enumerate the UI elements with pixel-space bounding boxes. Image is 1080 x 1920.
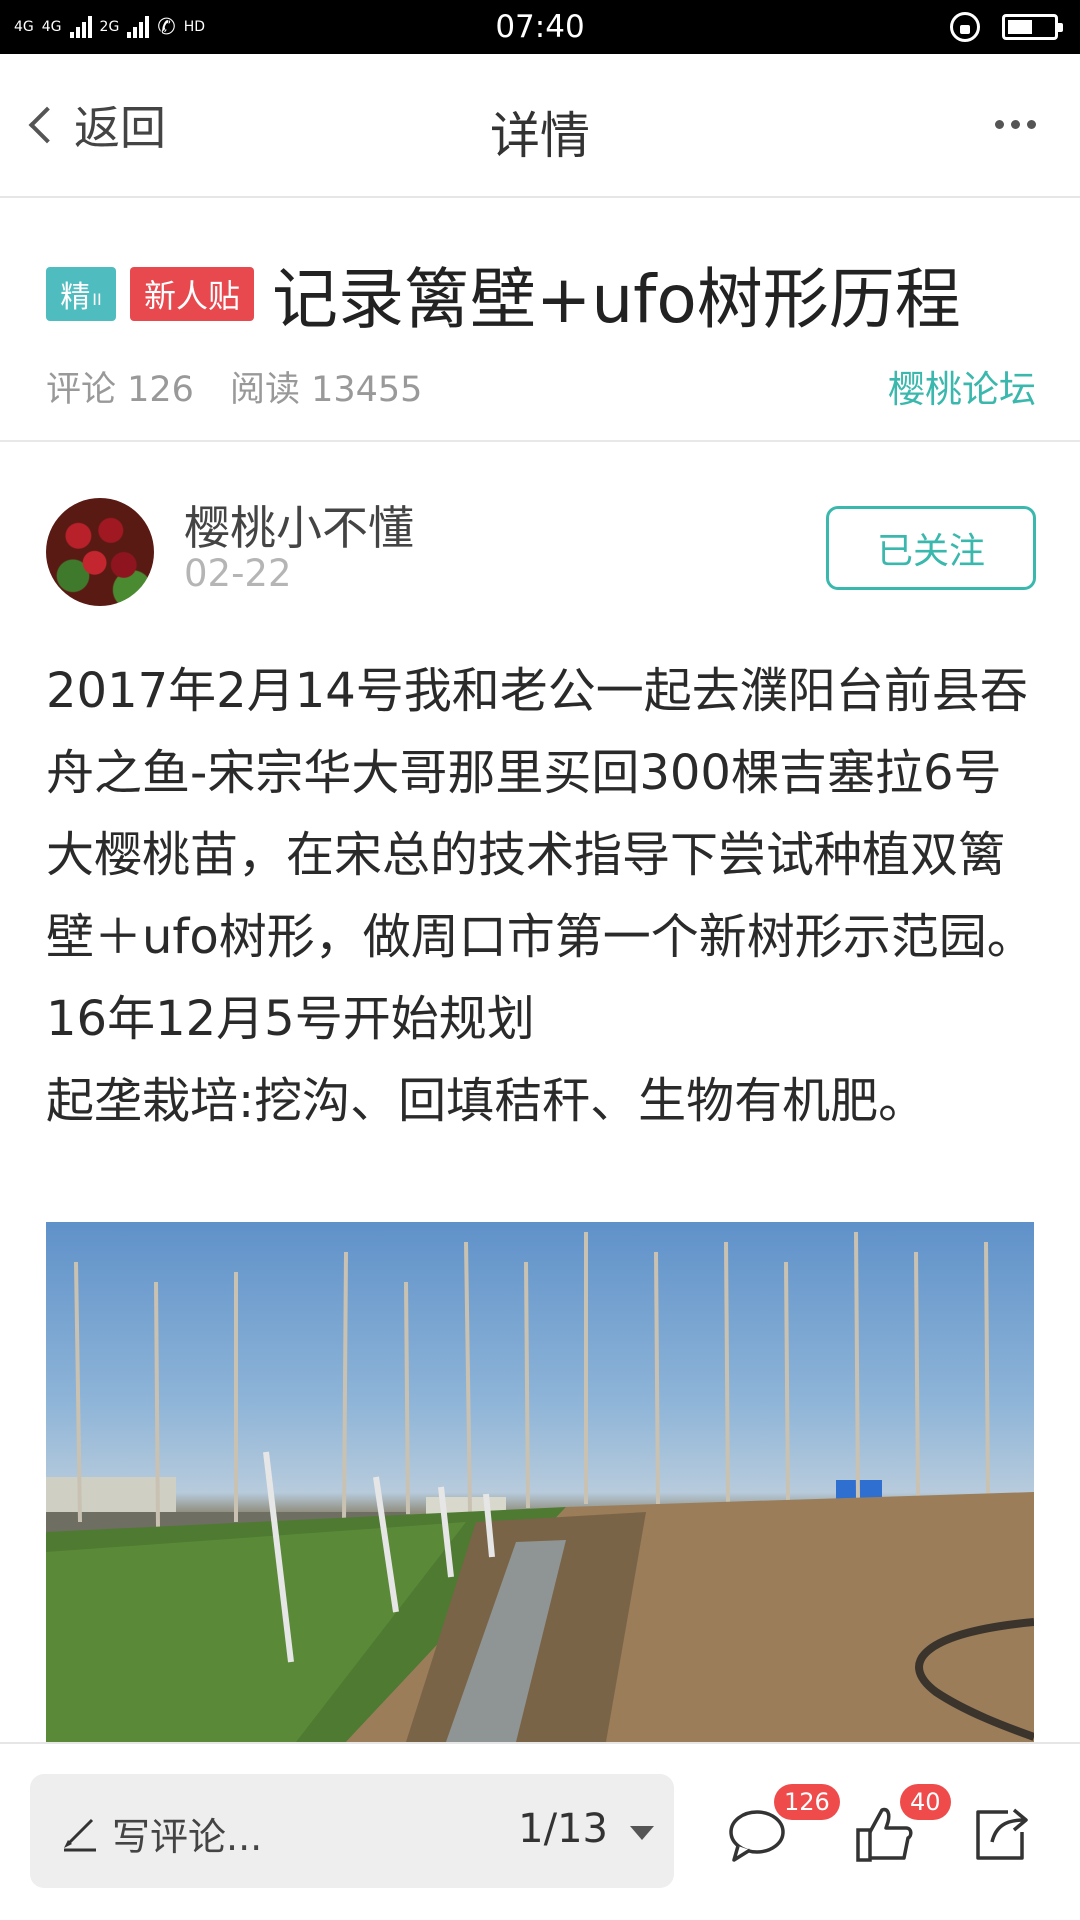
featured-badge: 精 II — [46, 267, 116, 321]
post-paragraph: 起垄栽培:挖沟、回填秸秆、生物有机肥。 — [46, 1073, 927, 1129]
post-paragraph: 2017年2月14号我和老公一起去濮阳台前县吞舟之鱼-宋宗华大哥那里买回300棵… — [46, 663, 1035, 965]
post-photo[interactable] — [46, 1222, 1034, 1742]
orchard-photo-drawing — [46, 1231, 1034, 1742]
post-body: 2017年2月14号我和老公一起去濮阳台前县吞舟之鱼-宋宗华大哥那里买回300棵… — [46, 650, 1036, 1142]
status-right — [950, 12, 1063, 42]
post-header: 精 II 新人贴 记录篱壁+ufo树形历程 评论 126 阅读 13455 樱桃论… — [0, 200, 1080, 442]
featured-badge-sub: II — [92, 289, 102, 309]
post-paragraph: 16年12月5号开始规划 — [46, 991, 535, 1047]
comment-count-badge: 126 — [774, 1784, 840, 1820]
more-dots-icon[interactable] — [995, 120, 1036, 129]
comment-input[interactable]: 写评论... 1/13 — [30, 1774, 674, 1888]
forum-link[interactable]: 樱桃论坛 — [888, 359, 1036, 413]
pen-icon — [64, 1818, 96, 1852]
post-date: 02-22 — [184, 552, 292, 595]
follow-button[interactable]: 已关注 — [826, 506, 1036, 590]
bottom-toolbar: 写评论... 1/13 126 40 — [0, 1742, 1080, 1920]
rotation-lock-icon — [950, 12, 980, 42]
nav-bar: 返回 详情 — [0, 54, 1080, 198]
like-count-badge: 40 — [900, 1784, 951, 1820]
post-meta: 评论 126 阅读 13455 樱桃论坛 — [46, 364, 1036, 411]
featured-badge-label: 精 — [60, 280, 91, 315]
author-row: 樱桃小不懂 02-22 已关注 — [0, 444, 1080, 634]
read-count-label: 阅读 13455 — [229, 369, 423, 410]
status-bar: 4G 4G 2G ✆ HD 07:40 — [0, 0, 1080, 54]
share-icon[interactable] — [968, 1802, 1034, 1868]
avatar[interactable] — [46, 498, 154, 606]
post-title-row: 精 II 新人贴 记录篱壁+ufo树形历程 — [46, 252, 1050, 338]
page-title: 详情 — [490, 107, 590, 165]
comment-count-label: 评论 126 — [46, 369, 194, 410]
comment-placeholder: 写评论... — [112, 1815, 263, 1859]
page-indicator[interactable]: 1/13 — [518, 1806, 608, 1852]
new-user-badge: 新人贴 — [130, 267, 255, 321]
battery-icon — [1002, 14, 1063, 40]
author-name[interactable]: 樱桃小不懂 — [184, 492, 414, 558]
clock: 07:40 — [495, 9, 585, 45]
post-title: 记录篱壁+ufo树形历程 — [272, 261, 961, 338]
caret-down-icon[interactable] — [630, 1826, 654, 1840]
